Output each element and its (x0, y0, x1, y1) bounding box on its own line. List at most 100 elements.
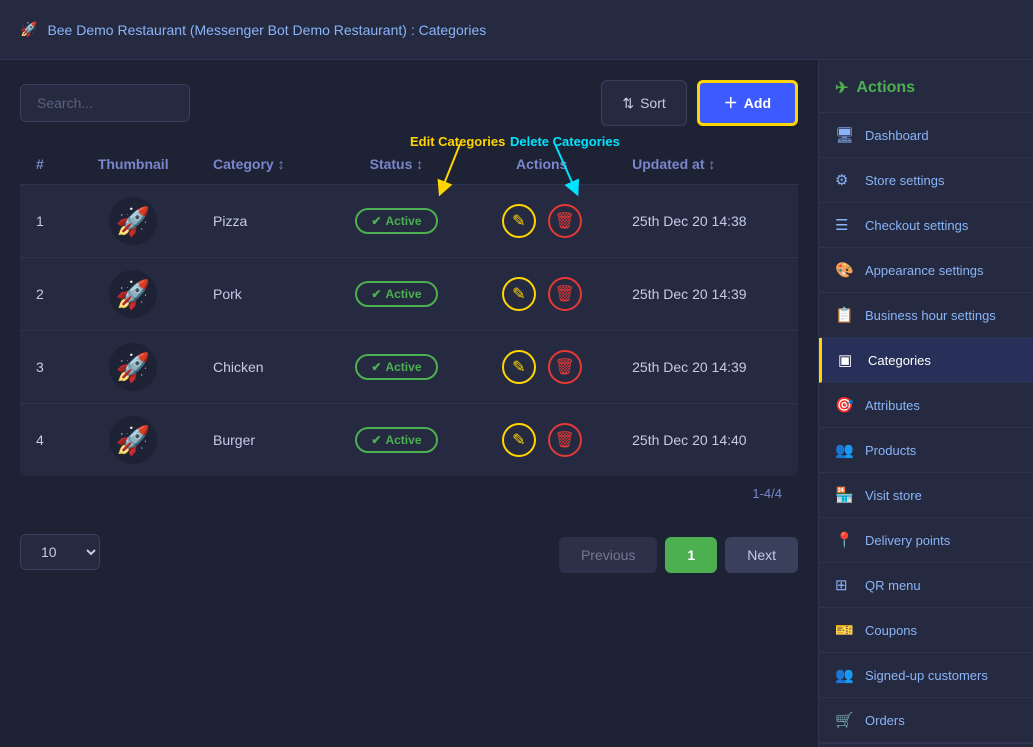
sidebar-item-label: Business hour settings (865, 308, 996, 323)
delete-button-4[interactable]: 🗑 (548, 423, 582, 457)
sidebar-item-products[interactable]: 👥 Products (819, 428, 1033, 473)
delivery-points-icon: 📍 (835, 531, 855, 549)
sidebar-item-appearance-settings[interactable]: 🎨 Appearance settings (819, 248, 1033, 293)
thumbnail-image: 🚀 (109, 416, 157, 464)
cell-id: 4 (20, 404, 69, 477)
cell-category: Burger (197, 404, 326, 477)
cell-thumbnail: 🚀 (69, 331, 197, 404)
sidebar-item-label: Categories (868, 353, 931, 368)
per-page-select[interactable]: 102550100 (20, 534, 100, 570)
products-icon: 👥 (835, 441, 855, 459)
status-badge: ✔ Active (355, 281, 437, 307)
cell-status: ✔ Active (326, 331, 468, 404)
header-icon: 🚀 (20, 21, 37, 38)
cell-id: 1 (20, 185, 69, 258)
sidebar-header-label: Actions (856, 79, 915, 97)
status-badge: ✔ Active (355, 354, 437, 380)
dashboard-icon: 🖥 (835, 126, 855, 144)
sidebar-item-label: Checkout settings (865, 218, 968, 233)
cell-status: ✔ Active (326, 404, 468, 477)
page-1-button[interactable]: 1 (665, 537, 717, 573)
checkout-settings-icon: ☰ (835, 216, 855, 234)
cell-updated: 25th Dec 20 14:39 (616, 331, 798, 404)
add-icon: ＋ (724, 93, 738, 113)
content-area: ⇅ Sort ＋ Add Edit Categories Delete Cate… (0, 60, 818, 747)
cell-thumbnail: 🚀 (69, 404, 197, 477)
edit-button-1[interactable]: ✎ (502, 204, 536, 238)
sidebar-item-business-hour-settings[interactable]: 📋 Business hour settings (819, 293, 1033, 338)
sidebar-item-label: Coupons (865, 623, 917, 638)
thumbnail-image: 🚀 (109, 343, 157, 391)
add-label: Add (744, 95, 771, 111)
sidebar-item-label: Visit store (865, 488, 922, 503)
sidebar-item-label: QR menu (865, 578, 921, 593)
delete-button-3[interactable]: 🗑 (548, 350, 582, 384)
cell-thumbnail: 🚀 (69, 185, 197, 258)
coupons-icon: 🎫 (835, 621, 855, 639)
status-dot-icon: ✔ (371, 360, 381, 374)
table-row: 1 🚀 Pizza ✔ Active ✎ 🗑 25th Dec 20 14:38 (20, 185, 798, 258)
sidebar-item-checkout-settings[interactable]: ☰ Checkout settings (819, 203, 1033, 248)
sort-label: Sort (640, 95, 666, 111)
add-button[interactable]: ＋ Add (697, 80, 798, 126)
sidebar-item-coupons[interactable]: 🎫 Coupons (819, 608, 1033, 653)
sidebar-item-delivery-points[interactable]: 📍 Delivery points (819, 518, 1033, 563)
cell-actions: ✎ 🗑 (467, 331, 616, 404)
cell-category: Pork (197, 258, 326, 331)
delete-button-2[interactable]: 🗑 (548, 277, 582, 311)
sidebar-item-visit-store[interactable]: 🏪 Visit store (819, 473, 1033, 518)
sidebar-item-label: Appearance settings (865, 263, 984, 278)
cell-actions: ✎ 🗑 (467, 404, 616, 477)
sidebar-item-label: Signed-up customers (865, 668, 988, 683)
categories-icon: ▣ (838, 351, 858, 369)
status-dot-icon: ✔ (371, 214, 381, 228)
sidebar-item-label: Store settings (865, 173, 945, 188)
sort-icon: ⇅ (622, 95, 634, 112)
col-actions: Actions (467, 144, 616, 185)
sidebar-item-orders[interactable]: 🛒 Orders (819, 698, 1033, 743)
table-row: 3 🚀 Chicken ✔ Active ✎ 🗑 25th Dec 20 14:… (20, 331, 798, 404)
sidebar-item-label: Products (865, 443, 916, 458)
table-row: 2 🚀 Pork ✔ Active ✎ 🗑 25th Dec 20 14:39 (20, 258, 798, 331)
col-status: Status ↕ (326, 144, 468, 185)
sidebar-header: ✈ Actions (819, 60, 1033, 113)
header-title: Bee Demo Restaurant (Messenger Bot Demo … (47, 22, 486, 38)
per-page-selector: 102550100 (20, 534, 100, 570)
cell-status: ✔ Active (326, 185, 468, 258)
appearance-settings-icon: 🎨 (835, 261, 855, 279)
attributes-icon: 🎯 (835, 396, 855, 414)
previous-button[interactable]: Previous (559, 537, 657, 573)
edit-button-3[interactable]: ✎ (502, 350, 536, 384)
sidebar-item-label: Delivery points (865, 533, 950, 548)
sort-button[interactable]: ⇅ Sort (601, 80, 686, 126)
cell-id: 3 (20, 331, 69, 404)
search-input[interactable] (20, 84, 190, 122)
status-dot-icon: ✔ (371, 433, 381, 447)
sidebar-item-categories[interactable]: ▣ Categories (819, 338, 1033, 383)
sidebar-item-dashboard[interactable]: 🖥 Dashboard (819, 113, 1033, 158)
pagination-info-text: 1-4/4 (752, 486, 782, 501)
signed-up-customers-icon: 👥 (835, 666, 855, 684)
cell-category: Pizza (197, 185, 326, 258)
status-dot-icon: ✔ (371, 287, 381, 301)
store-settings-icon: ⚙ (835, 171, 855, 189)
sidebar-item-store-settings[interactable]: ⚙ Store settings (819, 158, 1033, 203)
delete-button-1[interactable]: 🗑 (548, 204, 582, 238)
next-button[interactable]: Next (725, 537, 798, 573)
sidebar-item-attributes[interactable]: 🎯 Attributes (819, 383, 1033, 428)
cell-updated: 25th Dec 20 14:38 (616, 185, 798, 258)
table-row: 4 🚀 Burger ✔ Active ✎ 🗑 25th Dec 20 14:4… (20, 404, 798, 477)
header: 🚀 Bee Demo Restaurant (Messenger Bot Dem… (0, 0, 1033, 60)
sidebar-item-signed-up-customers[interactable]: 👥 Signed-up customers (819, 653, 1033, 698)
sidebar-item-qr-menu[interactable]: ⊞ QR menu (819, 563, 1033, 608)
cell-status: ✔ Active (326, 258, 468, 331)
edit-button-2[interactable]: ✎ (502, 277, 536, 311)
cell-actions: ✎ 🗑 (467, 185, 616, 258)
edit-button-4[interactable]: ✎ (502, 423, 536, 457)
pagination: Previous 1 Next (559, 537, 798, 573)
cell-id: 2 (20, 258, 69, 331)
actions-icon: ✈ (835, 78, 848, 98)
cell-updated: 25th Dec 20 14:39 (616, 258, 798, 331)
qr-menu-icon: ⊞ (835, 576, 855, 594)
cell-category: Chicken (197, 331, 326, 404)
